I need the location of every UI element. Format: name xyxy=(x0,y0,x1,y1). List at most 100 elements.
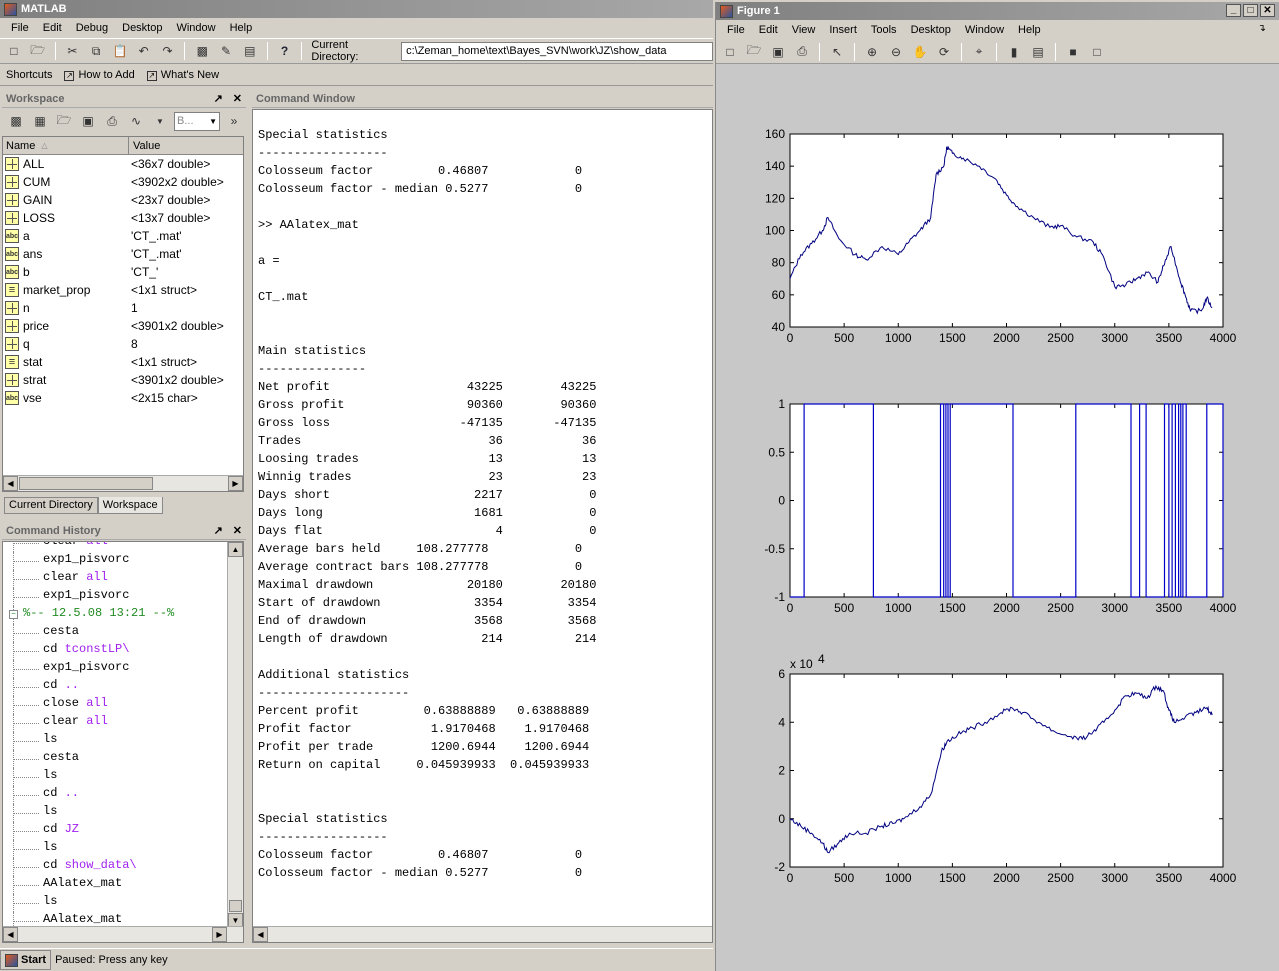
menu-debug[interactable]: Debug xyxy=(69,22,115,34)
maximize-icon[interactable]: □ xyxy=(1243,4,1258,17)
history-item[interactable]: exp1_pisvorc xyxy=(13,552,129,570)
figure-menu-edit[interactable]: Edit xyxy=(752,24,785,36)
scroll-right-icon[interactable]: ▶ xyxy=(228,476,243,491)
history-item[interactable]: cd .. xyxy=(13,678,79,696)
workspace-row[interactable]: ≡ stat <1x1 struct> xyxy=(3,353,239,371)
scroll-left-icon[interactable]: ◀ xyxy=(3,927,18,942)
history-item[interactable]: ls xyxy=(13,804,57,822)
new-figure-icon[interactable]: □ xyxy=(720,42,740,62)
menu-desktop[interactable]: Desktop xyxy=(115,22,169,34)
rotate-3d-icon[interactable]: ⟳ xyxy=(934,42,954,62)
menu-help[interactable]: Help xyxy=(223,22,260,34)
history-item[interactable]: clear all xyxy=(13,570,108,588)
menu-file[interactable]: File xyxy=(4,22,36,34)
more-icon[interactable]: » xyxy=(224,111,244,131)
import-data-icon[interactable]: 🗁 xyxy=(54,111,74,131)
workspace-row[interactable]: LOSS <13x7 double> xyxy=(3,209,239,227)
workspace-row[interactable]: abc ans 'CT_.mat' xyxy=(3,245,239,263)
save-workspace-icon[interactable]: ▣ xyxy=(78,111,98,131)
menu-edit[interactable]: Edit xyxy=(36,22,69,34)
history-vscroll[interactable]: ▲ ▼ xyxy=(227,542,243,928)
history-item[interactable]: cesta xyxy=(13,750,79,768)
figure-menu-window[interactable]: Window xyxy=(958,24,1011,36)
paste-icon[interactable]: 📋 xyxy=(110,41,130,61)
simulink-icon[interactable]: ▩ xyxy=(192,41,212,61)
guide-icon[interactable]: ✎ xyxy=(216,41,236,61)
help-icon[interactable]: ? xyxy=(275,41,295,61)
scroll-thumb[interactable] xyxy=(19,477,153,490)
dock-arrow-icon[interactable]: ↴ xyxy=(1251,23,1273,34)
scroll-left-icon[interactable]: ◀ xyxy=(3,476,18,491)
legend-icon[interactable]: ▤ xyxy=(1028,42,1048,62)
new-variable-icon[interactable]: ▩ xyxy=(6,111,26,131)
shortcut-whats-new[interactable]: ↗ What's New xyxy=(146,69,219,81)
history-item[interactable]: cd show_data\ xyxy=(13,858,137,876)
show-plot-tools-icon[interactable]: □ xyxy=(1087,42,1107,62)
workspace-row[interactable]: ≡ market_prop <1x1 struct> xyxy=(3,281,239,299)
history-hscroll[interactable]: ◀ ▶ xyxy=(3,926,243,942)
print-icon[interactable]: ⎙ xyxy=(792,42,812,62)
workspace-row[interactable]: abc b 'CT_' xyxy=(3,263,239,281)
data-cursor-icon[interactable]: ⌖ xyxy=(969,42,989,62)
history-item[interactable]: ls xyxy=(13,840,57,858)
new-file-icon[interactable]: □ xyxy=(4,41,24,61)
figure-menu-desktop[interactable]: Desktop xyxy=(904,24,958,36)
save-icon[interactable]: ▣ xyxy=(768,42,788,62)
workspace-row[interactable]: abc a 'CT_.mat' xyxy=(3,227,239,245)
zoom-out-icon[interactable]: ⊖ xyxy=(886,42,906,62)
workspace-row[interactable]: n1 xyxy=(3,299,239,317)
plot-selector-combo[interactable]: B... ▼ xyxy=(174,111,220,131)
workspace-row[interactable]: abc vse <2x15 char> xyxy=(3,389,239,407)
zoom-in-icon[interactable]: ⊕ xyxy=(862,42,882,62)
plot-icon[interactable]: ∿ xyxy=(126,111,146,131)
collapse-icon[interactable]: − xyxy=(9,610,18,619)
minimize-icon[interactable]: _ xyxy=(1226,4,1241,17)
workspace-hscroll[interactable]: ◀ ▶ xyxy=(3,475,243,491)
scroll-up-icon[interactable]: ▲ xyxy=(228,542,243,557)
figure-menu-help[interactable]: Help xyxy=(1011,24,1048,36)
value-column-header[interactable]: Value xyxy=(129,137,243,154)
current-dir-field[interactable]: c:\Zeman_home\text\Bayes_SVN\work\JZ\sho… xyxy=(401,41,714,61)
dropdown-arrow-icon[interactable]: ▼ xyxy=(150,111,170,131)
figure-menu-tools[interactable]: Tools xyxy=(864,24,904,36)
profiler-icon[interactable]: ▤ xyxy=(240,41,260,61)
shortcut-how-to-add[interactable]: ↗ How to Add xyxy=(64,69,135,81)
undo-icon[interactable]: ↶ xyxy=(134,41,154,61)
scroll-right-icon[interactable]: ▶ xyxy=(212,927,227,942)
undock-icon[interactable]: ↗ xyxy=(214,524,223,537)
history-item[interactable]: cesta xyxy=(13,624,79,642)
history-item[interactable]: − %-- 12.5.08 13:21 --% xyxy=(9,606,174,624)
cut-icon[interactable]: ✂ xyxy=(63,41,83,61)
history-item[interactable]: cd .. xyxy=(13,786,79,804)
workspace-row[interactable]: CUM <3902x2 double> xyxy=(3,173,239,191)
open-variable-icon[interactable]: ▦ xyxy=(30,111,50,131)
close-icon[interactable]: ✕ xyxy=(1260,4,1275,17)
figure-menu-file[interactable]: File xyxy=(720,24,752,36)
pan-hand-icon[interactable]: ✋ xyxy=(910,42,930,62)
figure-menu-insert[interactable]: Insert xyxy=(822,24,864,36)
name-column-header[interactable]: Name △ xyxy=(3,137,129,154)
workspace-row[interactable]: strat <3901x2 double> xyxy=(3,371,239,389)
figure-menu-view[interactable]: View xyxy=(785,24,823,36)
workspace-row[interactable]: q8 xyxy=(3,335,239,353)
history-item[interactable]: close all xyxy=(13,696,108,714)
history-item[interactable]: ls xyxy=(13,732,57,750)
workspace-row[interactable]: GAIN <23x7 double> xyxy=(3,191,239,209)
history-item[interactable]: exp1_pisvorc xyxy=(13,660,129,678)
history-item[interactable]: AAlatex_mat xyxy=(13,876,122,894)
menu-window[interactable]: Window xyxy=(169,22,222,34)
open-file-icon[interactable]: 🗁 xyxy=(744,42,764,62)
history-item[interactable]: clear all xyxy=(13,714,108,732)
history-item[interactable]: ls xyxy=(13,894,57,912)
redo-icon[interactable]: ↷ xyxy=(158,41,178,61)
open-folder-icon[interactable]: 🗁 xyxy=(28,41,48,61)
workspace-row[interactable]: price <3901x2 double> xyxy=(3,317,239,335)
scroll-left-icon[interactable]: ◀ xyxy=(253,927,268,942)
undock-icon[interactable]: ↗ xyxy=(214,92,223,105)
tab-current-directory[interactable]: Current Directory xyxy=(4,497,98,514)
start-button[interactable]: Start xyxy=(0,950,52,970)
workspace-row[interactable]: ALL <36x7 double> xyxy=(3,155,239,173)
print-icon[interactable]: ⎙ xyxy=(102,111,122,131)
scroll-thumb[interactable] xyxy=(229,900,242,912)
history-item[interactable]: cd tconstLP\ xyxy=(13,642,129,660)
